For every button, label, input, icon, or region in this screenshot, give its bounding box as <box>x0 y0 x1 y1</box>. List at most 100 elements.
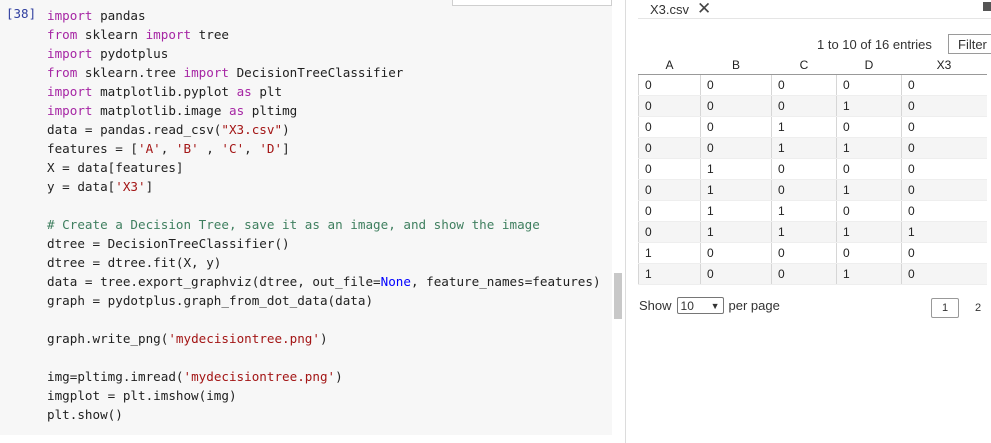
code-line: img=pltimg.imread('mydecisiontree.png') <box>47 369 343 384</box>
code-token: as <box>236 84 252 99</box>
code-token: 'mydecisiontree.png' <box>183 369 336 384</box>
code-token: , <box>160 141 176 156</box>
code-editor[interactable]: import pandas from sklearn import tree i… <box>47 6 601 424</box>
table-cell: 0 <box>901 116 987 138</box>
code-line: dtree = dtree.fit(X, y) <box>47 255 221 270</box>
table-cell: 0 <box>700 137 772 159</box>
table-cell: 0 <box>638 179 701 201</box>
code-token: as <box>228 103 245 118</box>
tab-csv-file[interactable]: X3.csv ✕ <box>650 0 711 18</box>
table-header-row: A B C D X3 <box>638 56 987 75</box>
code-line: import matplotlib.image as pltimg <box>47 103 297 118</box>
table-footer: Show 10 ▼ per page <box>639 297 780 314</box>
table-cell: 0 <box>638 221 701 243</box>
table-row: 01010 <box>638 179 987 201</box>
table-cell: 0 <box>638 116 701 138</box>
code-token: import <box>145 27 192 42</box>
filter-button[interactable]: Filter <box>948 34 991 54</box>
scrollbar-thumb[interactable] <box>614 273 622 319</box>
code-token: # Create a Decision Tree, save it as an … <box>47 217 540 232</box>
code-token: sklearn.tree <box>77 65 184 80</box>
table-cell: 0 <box>901 179 987 201</box>
table-row: 01100 <box>638 200 987 222</box>
table-cell: 0 <box>700 242 772 264</box>
code-token: 'C' <box>221 141 245 156</box>
page-button-current[interactable]: 1 <box>931 298 959 318</box>
table-row: 00000 <box>638 74 987 96</box>
table-cell: 0 <box>901 95 987 117</box>
code-token: None <box>380 274 411 289</box>
close-icon[interactable]: ✕ <box>697 0 711 17</box>
column-header[interactable]: X3 <box>901 56 987 75</box>
column-header[interactable]: C <box>771 56 837 75</box>
code-line: dtree = DecisionTreeClassifier() <box>47 236 290 251</box>
table-cell: 0 <box>638 200 701 222</box>
code-token: "X3.csv" <box>221 122 283 137</box>
code-token: 'B' <box>175 141 199 156</box>
table-cell: 1 <box>771 221 837 243</box>
code-token: dtree = dtree.fit(X, y) <box>47 255 222 270</box>
table-cell: 0 <box>901 242 987 264</box>
code-token: DecisionTreeClassifier <box>229 65 404 80</box>
page-size-value: 10 <box>680 298 694 313</box>
code-token: import <box>47 84 93 99</box>
code-line: import matplotlib.pyplot as plt <box>47 84 282 99</box>
column-header[interactable]: B <box>700 56 772 75</box>
per-page-label: per page <box>728 298 780 313</box>
code-token: 'mydecisiontree.png' <box>168 331 320 346</box>
table-cell: 0 <box>700 116 772 138</box>
code-token: , feature_names=features) <box>410 274 601 289</box>
csv-table: A B C D X3 000000001000100001100100001010011… <box>638 56 987 285</box>
page-button-next[interactable]: 2 <box>975 302 981 314</box>
table-cell: 0 <box>771 263 837 285</box>
table-cell: 1 <box>700 158 772 180</box>
table-row: 10010 <box>638 263 987 285</box>
table-cell: 0 <box>771 74 837 96</box>
column-header[interactable]: A <box>638 56 701 75</box>
code-token: matplotlib.image <box>92 103 229 118</box>
code-token: data = tree.export_graphviz(dtree, out_f… <box>47 274 381 289</box>
panel-menu-icon[interactable] <box>983 2 991 11</box>
cell-toolbar <box>452 0 612 6</box>
code-token: 'X3' <box>115 179 146 194</box>
code-token: ) <box>282 122 290 137</box>
code-line: graph.write_png('mydecisiontree.png') <box>47 331 328 346</box>
code-token: pltimg <box>244 103 298 118</box>
table-row: 01111 <box>638 221 987 243</box>
table-cell: 1 <box>836 179 902 201</box>
table-cell: 0 <box>638 158 701 180</box>
table-cell: 0 <box>700 74 772 96</box>
execution-count: [38] <box>6 6 37 21</box>
page-size-select[interactable]: 10 ▼ <box>676 297 724 314</box>
show-label: Show <box>639 298 672 313</box>
table-cell: 0 <box>901 158 987 180</box>
code-token: graph = pydotplus.graph_from_dot_data(da… <box>47 293 374 308</box>
table-row: 00100 <box>638 116 987 138</box>
code-token: import <box>47 8 93 23</box>
code-token: ] <box>145 179 154 194</box>
code-token: 'A' <box>138 141 161 156</box>
table-cell: 1 <box>700 179 772 201</box>
table-cell: 0 <box>836 242 902 264</box>
code-token: from <box>47 65 78 80</box>
code-line: import pandas <box>47 8 146 23</box>
table-cell: 1 <box>700 200 772 222</box>
table-cell: 0 <box>901 263 987 285</box>
table-cell: 0 <box>771 179 837 201</box>
code-line: graph = pydotplus.graph_from_dot_data(da… <box>47 293 373 308</box>
column-header[interactable]: D <box>836 56 902 75</box>
scrollbar-track[interactable] <box>612 0 624 443</box>
code-cell[interactable]: [38] import pandas from sklearn import t… <box>0 0 612 435</box>
table-cell: 1 <box>836 95 902 117</box>
pagination: 1 2 <box>931 298 981 318</box>
table-cell: 1 <box>836 263 902 285</box>
table-cell: 1 <box>638 263 701 285</box>
code-token: img=pltimg.imread( <box>47 369 184 384</box>
code-token: from <box>47 27 78 42</box>
table-cell: 0 <box>836 158 902 180</box>
code-token: plt <box>251 84 283 99</box>
code-line: data = pandas.read_csv("X3.csv") <box>47 122 290 137</box>
table-cell: 0 <box>901 200 987 222</box>
code-line: y = data['X3'] <box>47 179 153 194</box>
chevron-down-icon: ▼ <box>710 300 720 311</box>
